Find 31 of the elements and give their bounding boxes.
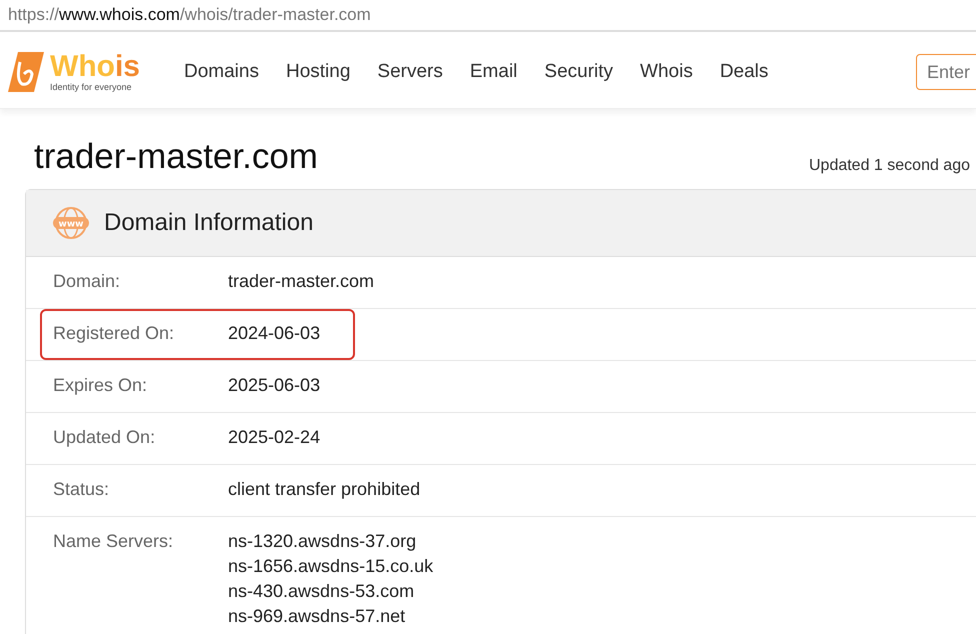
field-value: ns-430.awsdns-53.com <box>228 580 416 603</box>
nav-link[interactable]: Security <box>544 61 614 83</box>
field-label: Status: <box>53 478 110 501</box>
field-value: ns-1656.awsdns-15.co.uk <box>228 555 434 578</box>
field-value: trader-master.com <box>228 270 374 293</box>
logo-icon <box>6 50 46 94</box>
logo-wordmark: Whois <box>50 52 140 82</box>
field-label: Domain: <box>53 270 122 293</box>
nav-link[interactable]: Hosting <box>286 61 350 83</box>
nav-link[interactable]: Domains <box>184 61 259 83</box>
nav-link[interactable]: Email <box>470 61 518 83</box>
field-value: client transfer prohibited <box>228 478 420 501</box>
field-label: Name Servers: <box>53 530 174 553</box>
field-label: Registered On: <box>53 322 176 345</box>
field-value: 2024-06-03 <box>228 322 320 345</box>
url-text[interactable]: https://www.whois.com/whois/trader-master.com <box>8 5 371 25</box>
field-value: ns-1320.awsdns-37.org <box>228 530 418 553</box>
domain-title: trader-master.com <box>34 137 318 177</box>
card-title: Domain Information <box>104 209 314 237</box>
search-field[interactable]: Enter <box>916 54 976 90</box>
nav-link[interactable]: Servers <box>377 61 443 83</box>
field-value: 2025-02-24 <box>228 426 320 449</box>
nav-link[interactable]: Deals <box>720 61 768 83</box>
updated-text: Updated 1 second ago <box>808 157 970 175</box>
field-value: 2025-06-03 <box>228 374 320 397</box>
www-globe-icon: www <box>52 206 90 240</box>
field-label: Expires On: <box>53 374 148 397</box>
logo-tagline: Identity for everyone <box>50 82 133 92</box>
nav-link[interactable]: Whois <box>640 61 693 83</box>
field-label: Updated On: <box>53 426 156 449</box>
field-value: ns-969.awsdns-57.net <box>228 605 406 628</box>
